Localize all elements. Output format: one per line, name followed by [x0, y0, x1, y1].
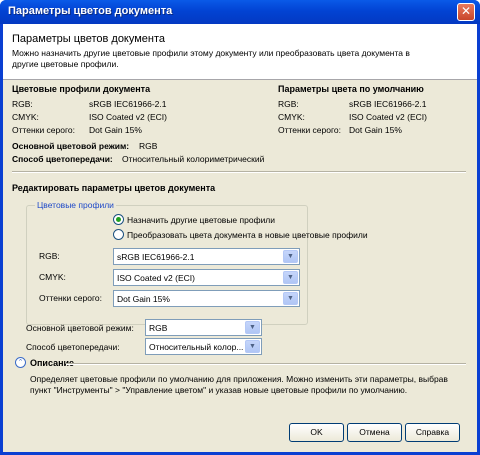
def-cmyk-value: ISO Coated v2 (ECI): [349, 112, 427, 122]
close-icon: ✕: [460, 4, 472, 18]
def-gray-label: Оттенки серого:: [278, 125, 341, 135]
dialog-client: Параметры цветов документа Можно назначи…: [3, 24, 477, 452]
def-rgb-value: sRGB IEC61966-2.1: [349, 99, 427, 109]
doc-rgb-value: sRGB IEC61966-2.1: [89, 99, 167, 109]
intent-select-value: Относительный колор...: [149, 342, 244, 352]
edit-heading: Редактировать параметры цветов документа: [12, 183, 216, 193]
description-text: Определяет цветовые профили по умолчанию…: [30, 374, 448, 395]
color-profiles-group: Цветовые профили Назначить другие цветов…: [26, 200, 368, 325]
window-title: Параметры цветов документа: [8, 5, 173, 17]
chevron-down-icon[interactable]: ▼: [245, 321, 260, 334]
radio-assign[interactable]: [113, 214, 124, 225]
def-gray-row: Оттенки серого: Dot Gain 15%: [278, 125, 402, 135]
rgb-select[interactable]: sRGB IEC61966-2.1 ▼: [113, 248, 300, 265]
def-cmyk-label: CMYK:: [278, 112, 305, 122]
gray-select-value: Dot Gain 15%: [117, 294, 170, 304]
chevron-down-icon[interactable]: ▼: [283, 250, 298, 263]
doc-rgb-label: RGB:: [12, 99, 33, 109]
def-rgb-label: RGB:: [278, 99, 299, 109]
radio-convert[interactable]: [113, 229, 124, 240]
default-params-heading: Параметры цвета по умолчанию: [278, 84, 424, 94]
description-divider: [66, 363, 466, 365]
intent-row: Способ цветопередачи: Относительный колор…: [12, 154, 264, 164]
header-title: Параметры цветов документа: [12, 33, 166, 45]
edit-cmyk-label: CMYK:: [39, 272, 66, 282]
chevron-down-icon[interactable]: ▼: [283, 271, 298, 284]
cancel-button[interactable]: Отмена: [347, 423, 402, 442]
doc-gray-row: Оттенки серого: Dot Gain 15%: [12, 125, 142, 135]
doc-cmyk-value: ISO Coated v2 (ECI): [89, 112, 167, 122]
mode-row: Основной цветовой режим: RGB: [12, 141, 157, 151]
def-rgb-row: RGB: sRGB IEC61966-2.1: [278, 99, 426, 109]
edit-gray-label: Оттенки серого:: [39, 293, 102, 303]
cmyk-select[interactable]: ISO Coated v2 (ECI) ▼: [113, 269, 300, 286]
gray-select[interactable]: Dot Gain 15% ▼: [113, 290, 300, 307]
ok-button[interactable]: OK: [289, 423, 344, 442]
dialog-window: Параметры цветов документа ✕ Параметры ц…: [0, 0, 480, 455]
edit-mode-label: Основной цветовой режим:: [26, 323, 134, 333]
doc-gray-label: Оттенки серого:: [12, 125, 75, 135]
title-bar[interactable]: Параметры цветов документа ✕: [0, 0, 480, 24]
divider: [12, 171, 466, 173]
mode-value: RGB: [139, 141, 158, 151]
doc-gray-value: Dot Gain 15%: [89, 125, 142, 135]
edit-intent-label: Способ цветопередачи:: [26, 342, 120, 352]
intent-value: Относительный колориметрический: [122, 154, 265, 164]
rgb-select-value: sRGB IEC61966-2.1: [117, 252, 195, 262]
dialog-header: Параметры цветов документа Можно назначи…: [3, 24, 477, 80]
mode-select-value: RGB: [149, 323, 168, 333]
edit-rgb-label: RGB:: [39, 251, 60, 261]
intent-label: Способ цветопередачи:: [12, 154, 113, 164]
doc-cmyk-label: CMYK:: [12, 112, 39, 122]
close-button[interactable]: ✕: [457, 3, 475, 21]
def-cmyk-row: CMYK: ISO Coated v2 (ECI): [278, 112, 427, 122]
chevron-down-icon[interactable]: ▼: [245, 340, 260, 353]
document-profiles-heading: Цветовые профили документа: [12, 84, 151, 94]
doc-rgb-row: RGB: sRGB IEC61966-2.1: [12, 99, 166, 109]
help-button[interactable]: Справка: [405, 423, 460, 442]
mode-select[interactable]: RGB ▼: [145, 319, 262, 336]
intent-select[interactable]: Относительный колор... ▼: [145, 338, 262, 355]
def-gray-value: Dot Gain 15%: [349, 125, 402, 135]
doc-cmyk-row: CMYK: ISO Coated v2 (ECI): [12, 112, 167, 122]
mode-label: Основной цветовой режим:: [12, 141, 130, 151]
radio-assign-label[interactable]: Назначить другие цветовые профили: [127, 215, 275, 225]
radio-convert-label[interactable]: Преобразовать цвета документа в новые цв…: [127, 230, 368, 240]
chevron-down-icon[interactable]: ▼: [283, 292, 298, 305]
cmyk-select-value: ISO Coated v2 (ECI): [117, 273, 195, 283]
expand-collapse-icon[interactable]: ⌃: [15, 357, 26, 368]
header-description: Можно назначить другие цветовые профили …: [12, 48, 410, 69]
group-title: Цветовые профили: [35, 200, 116, 210]
